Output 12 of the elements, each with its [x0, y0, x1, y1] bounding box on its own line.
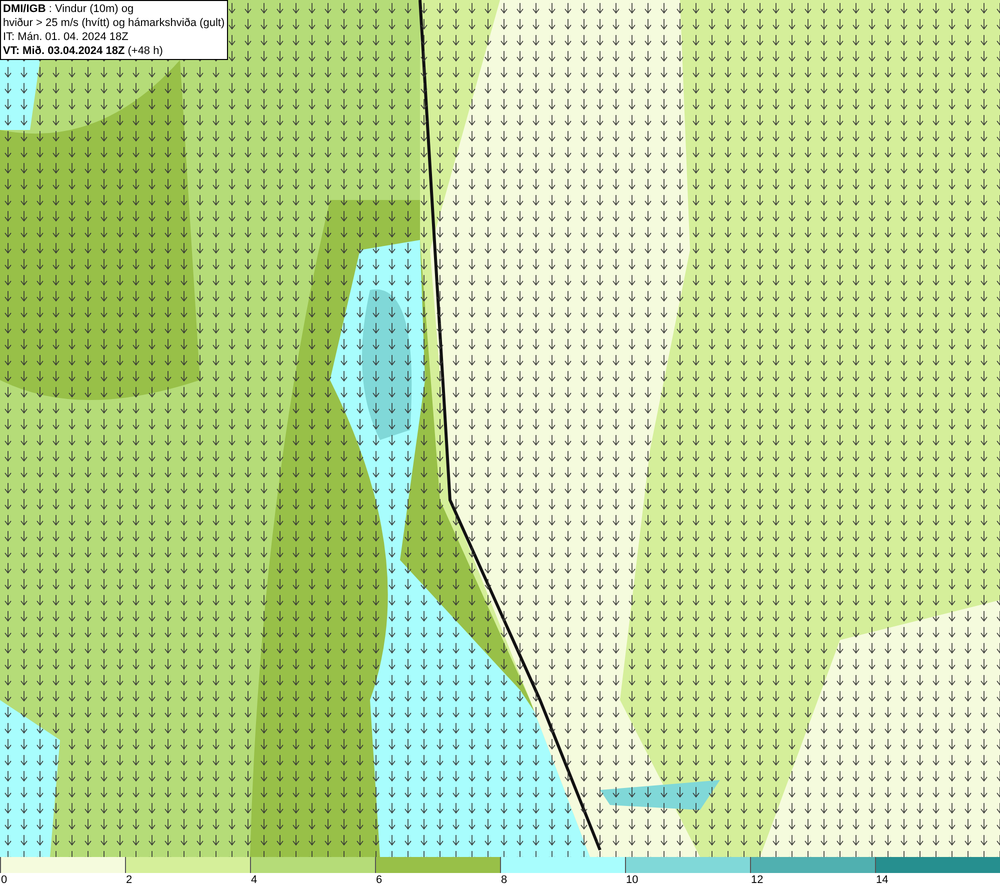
legend-tick-label: 8 [501, 873, 508, 887]
title-line: DMI/IGB : Vindur (10m) og [3, 2, 135, 16]
legend-tick-label: 12 [751, 873, 764, 887]
legend-tick-label: 6 [376, 873, 382, 887]
title-line: hviður > 25 m/s (hvítt) og hámarkshviða (gult) [3, 16, 225, 30]
legend-tick-label: 14 [876, 873, 888, 887]
legend-tick-label: 4 [251, 873, 258, 887]
title-line: IT: Mán. 01. 04. 2024 18Z [3, 30, 130, 44]
legend-tick-label: 2 [126, 873, 132, 887]
legend-tick-label: 0 [1, 873, 8, 887]
title-line: VT: Mið. 03.04.2024 18Z (+48 h) [3, 44, 164, 58]
legend-tick-label: 10 [626, 873, 638, 887]
